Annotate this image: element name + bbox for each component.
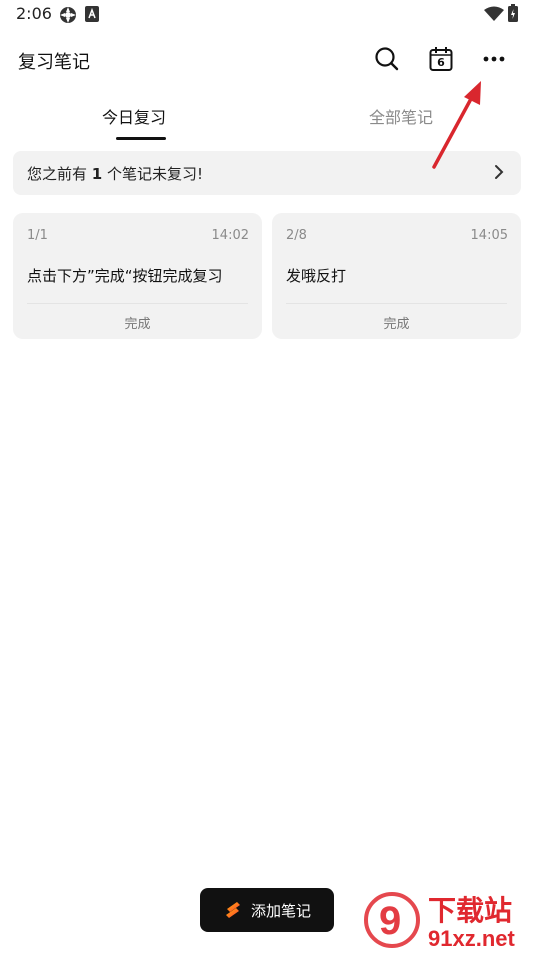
card-divider [286,303,507,304]
calendar-button[interactable]: 6 [424,42,458,76]
review-card[interactable]: 1/1 14:02 点击下方”完成“按钮完成复习 完成 [13,213,262,339]
card-index: 1/1 [27,228,48,243]
more-button[interactable] [477,42,511,76]
tab-today-review[interactable]: 今日复习 [102,104,166,128]
watermark-logo: 9 [379,899,401,943]
chevron-right-icon [493,163,505,185]
notice-text: 您之前有 1 个笔记未复习! [27,163,203,184]
battery-icon [508,4,518,26]
notice-count: 1 [91,165,103,183]
search-button[interactable] [370,42,404,76]
pen-icon [225,902,240,918]
calendar-day: 6 [437,56,445,69]
app-status-icon [85,6,99,26]
status-time: 2:06 [16,4,52,23]
search-icon [375,47,399,71]
card-divider [27,303,248,304]
annotation-arrow [420,75,490,179]
tab-active-indicator [116,137,166,140]
settings-status-icon [59,6,77,28]
add-note-label: 添加笔记 [250,901,311,920]
notice-prefix: 您之前有 [27,165,88,183]
watermark-title: 下载站 [428,894,512,927]
card-index: 2/8 [286,228,307,243]
review-card[interactable]: 2/8 14:05 发哦反打 完成 [272,213,521,339]
site-watermark: 9 下载站 91xz.net [362,888,534,951]
complete-button[interactable]: 完成 [13,313,262,332]
card-time: 14:05 [470,228,508,243]
card-text: 发哦反打 [286,267,347,285]
wifi-icon [484,6,504,26]
watermark-url: 91xz.net [428,926,515,950]
more-icon [483,56,505,62]
page-title: 复习笔记 [18,52,90,73]
card-time: 14:02 [211,228,249,243]
calendar-icon: 6 [429,46,453,72]
complete-button[interactable]: 完成 [272,313,521,332]
add-note-button[interactable]: 添加笔记 [200,888,334,932]
card-text: 点击下方”完成“按钮完成复习 [27,267,223,285]
notice-suffix: 个笔记未复习! [107,165,204,183]
